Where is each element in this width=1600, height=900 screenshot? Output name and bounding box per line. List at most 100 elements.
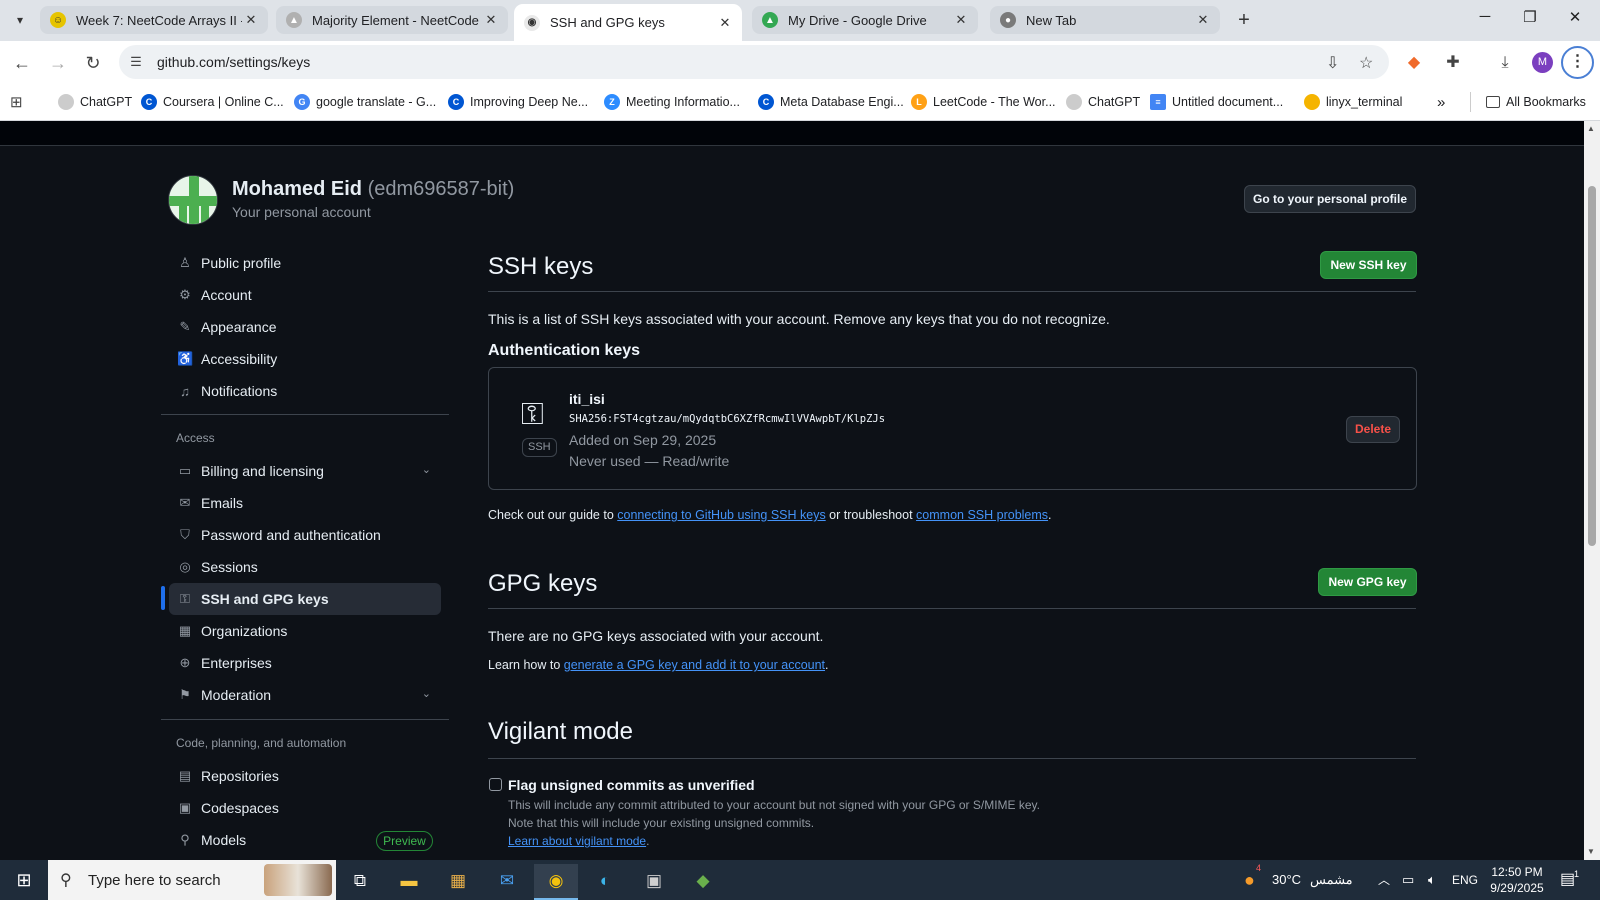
page-scrollbar[interactable]: ▲ ▼	[1584, 121, 1600, 860]
sidebar-item-emails[interactable]: ✉ Emails	[169, 487, 441, 519]
sidebar-item-codespaces[interactable]: ▣ Codespaces	[169, 792, 441, 824]
sidebar-item-ssh-gpg-keys[interactable]: ⚿ SSH and GPG keys	[169, 583, 441, 615]
input-language[interactable]: ENG	[1452, 860, 1478, 900]
browser-tab-active[interactable]: ◉ SSH and GPG keys ✕	[514, 4, 742, 41]
bookmark-item[interactable]: ChatGPT	[58, 91, 132, 113]
scroll-up-arrow-icon[interactable]: ▲	[1587, 124, 1595, 133]
sidebar-item-moderation[interactable]: ⚑ Moderation ⌄	[169, 679, 441, 711]
sidebar-item-sessions[interactable]: ◎ Sessions	[169, 551, 441, 583]
volume-icon[interactable]: 🔈︎	[1428, 860, 1436, 900]
bookmark-item[interactable]: Z Meeting Informatio...	[604, 91, 740, 113]
delete-key-button[interactable]: Delete	[1346, 416, 1400, 443]
sidebar-item-repositories[interactable]: ▤ Repositories	[169, 760, 441, 792]
vigilant-checkbox-label[interactable]: Flag unsigned commits as unverified	[508, 777, 755, 793]
section-divider	[488, 758, 1416, 759]
back-arrow-icon[interactable]: ←	[10, 51, 34, 75]
taskbar-search-box[interactable]: ⚲ Type here to search	[48, 860, 336, 900]
bookmark-label: ChatGPT	[80, 95, 133, 109]
reload-icon[interactable]: ↻	[81, 51, 105, 75]
personal-profile-button[interactable]: Go to your personal profile	[1244, 185, 1416, 213]
close-icon[interactable]: ✕	[1194, 12, 1212, 28]
sidebar-item-billing[interactable]: ▭ Billing and licensing ⌄	[169, 455, 441, 487]
sidebar-item-accessibility[interactable]: ♿ Accessibility	[169, 343, 441, 375]
network-icon[interactable]: ▭	[1402, 860, 1414, 900]
profile-avatar[interactable]: M	[1532, 52, 1553, 73]
new-ssh-key-button[interactable]: New SSH key	[1320, 251, 1417, 279]
browser-tab[interactable]: ● New Tab ✕	[990, 6, 1220, 34]
new-gpg-key-button[interactable]: New GPG key	[1318, 568, 1417, 596]
browser-menu-icon[interactable]: ⋮	[1561, 46, 1594, 79]
close-window-icon[interactable]: ✕	[1560, 8, 1590, 26]
edge-icon[interactable]: ◐	[583, 864, 627, 900]
bookmark-label: Improving Deep Ne...	[470, 95, 589, 109]
bookmark-item[interactable]: C Improving Deep Ne...	[448, 91, 588, 113]
puzzle-extensions-icon[interactable]: ✚	[1442, 52, 1464, 74]
mail-icon[interactable]: ✉	[485, 864, 529, 900]
bookmark-item[interactable]: linyx_terminal	[1304, 91, 1402, 113]
vigilant-learn-link[interactable]: Learn about vigilant mode	[508, 834, 646, 848]
weather-condition[interactable]: مشمس	[1310, 860, 1353, 900]
close-icon[interactable]: ✕	[242, 12, 260, 28]
bookmark-item[interactable]: L LeetCode - The Wor...	[911, 91, 1056, 113]
chevron-down-icon[interactable]: ⌄	[422, 687, 431, 700]
sidebar-item-enterprises[interactable]: ⊕ Enterprises	[169, 647, 441, 679]
bookmark-item[interactable]: ChatGPT	[1066, 91, 1140, 113]
sidebar-item-appearance[interactable]: ✎ Appearance	[169, 311, 441, 343]
tab-search-icon[interactable]: ▾	[8, 8, 32, 32]
bookmark-star-icon[interactable]: ☆	[1359, 53, 1373, 73]
linux-icon	[1304, 94, 1320, 110]
sidebar-item-organizations[interactable]: ▦ Organizations	[169, 615, 441, 647]
task-view-icon[interactable]: ⧉	[338, 864, 382, 900]
weather-sun-icon[interactable]: ●	[1244, 860, 1255, 900]
scroll-down-arrow-icon[interactable]: ▼	[1587, 847, 1595, 856]
user-avatar[interactable]	[168, 175, 218, 225]
bookmark-item[interactable]: C Meta Database Engi...	[758, 91, 904, 113]
microsoft-store-icon[interactable]: ▦	[436, 864, 480, 900]
gpg-learn-link[interactable]: generate a GPG key and add it to your ac…	[564, 658, 825, 672]
windows-start-icon[interactable]: ⊞	[0, 860, 48, 900]
address-bar[interactable]: ☰ github.com/settings/keys ⇩ ☆	[119, 45, 1389, 79]
weather-temperature[interactable]: 30°C	[1272, 860, 1301, 900]
user-display-name[interactable]: Mohamed Eid (edm696587-bit)	[232, 178, 514, 201]
browser-tab[interactable]: ☺ Week 7: NeetCode Arrays II - Vi ✕	[40, 6, 268, 34]
restore-icon[interactable]: ❐	[1515, 8, 1545, 26]
terminal-icon[interactable]: ▣	[632, 864, 676, 900]
sidebar-item-notifications[interactable]: ♫ Notifications	[169, 375, 441, 407]
url-text[interactable]: github.com/settings/keys	[157, 54, 310, 70]
download-icon[interactable]: ⤓	[1494, 52, 1516, 74]
system-clock[interactable]: 12:50 PM 9/29/2025	[1484, 864, 1550, 896]
taskbar-search-placeholder[interactable]: Type here to search	[88, 872, 221, 889]
browser-tab[interactable]: ▲ My Drive - Google Drive ✕	[752, 6, 978, 34]
forward-arrow-icon[interactable]: →	[46, 51, 70, 75]
apps-grid-icon[interactable]: ⊞	[10, 93, 23, 111]
all-bookmarks-button[interactable]: All Bookmarks	[1486, 91, 1586, 113]
scrollbar-thumb[interactable]	[1588, 186, 1596, 546]
shield-lock-icon: ⛉	[180, 527, 190, 542]
ssh-guide-link[interactable]: connecting to GitHub using SSH keys	[617, 508, 825, 522]
sidebar-item-public-profile[interactable]: ♙ Public profile	[169, 247, 441, 279]
bookmark-item[interactable]: Ggoogle translate - G...	[294, 91, 436, 113]
bookmark-item[interactable]: C Coursera | Online C...	[141, 91, 284, 113]
notification-center-icon[interactable]: ▤	[1560, 860, 1575, 900]
new-tab-plus-icon[interactable]: +	[1231, 8, 1257, 34]
close-icon[interactable]: ✕	[716, 15, 734, 31]
chatgpt-icon	[58, 94, 74, 110]
close-icon[interactable]: ✕	[952, 12, 970, 28]
vigilant-mode-checkbox[interactable]	[489, 778, 502, 791]
sidebar-item-account[interactable]: ⚙ Account	[169, 279, 441, 311]
show-hidden-icons-icon[interactable]: ︿	[1378, 860, 1390, 900]
browser-tab[interactable]: ▲ Majority Element - NeetCode ✕	[276, 6, 508, 34]
git-icon[interactable]: ◆	[681, 864, 725, 900]
site-info-icon[interactable]: ☰	[127, 53, 145, 71]
chrome-taskbar-icon[interactable]: ◉	[534, 864, 578, 900]
extension-icon[interactable]: ◆	[1403, 52, 1425, 74]
minimize-icon[interactable]: ─	[1470, 8, 1500, 25]
install-app-icon[interactable]: ⇩	[1326, 53, 1339, 73]
file-explorer-icon[interactable]: ▬	[387, 864, 431, 900]
bookmark-item[interactable]: ≡ Untitled document...	[1150, 91, 1283, 113]
sidebar-item-password[interactable]: ⛉ Password and authentication	[169, 519, 441, 551]
close-icon[interactable]: ✕	[482, 12, 500, 28]
ssh-problems-link[interactable]: common SSH problems	[916, 508, 1048, 522]
more-bookmarks-icon[interactable]: »	[1437, 91, 1445, 113]
chevron-down-icon[interactable]: ⌄	[422, 463, 431, 476]
